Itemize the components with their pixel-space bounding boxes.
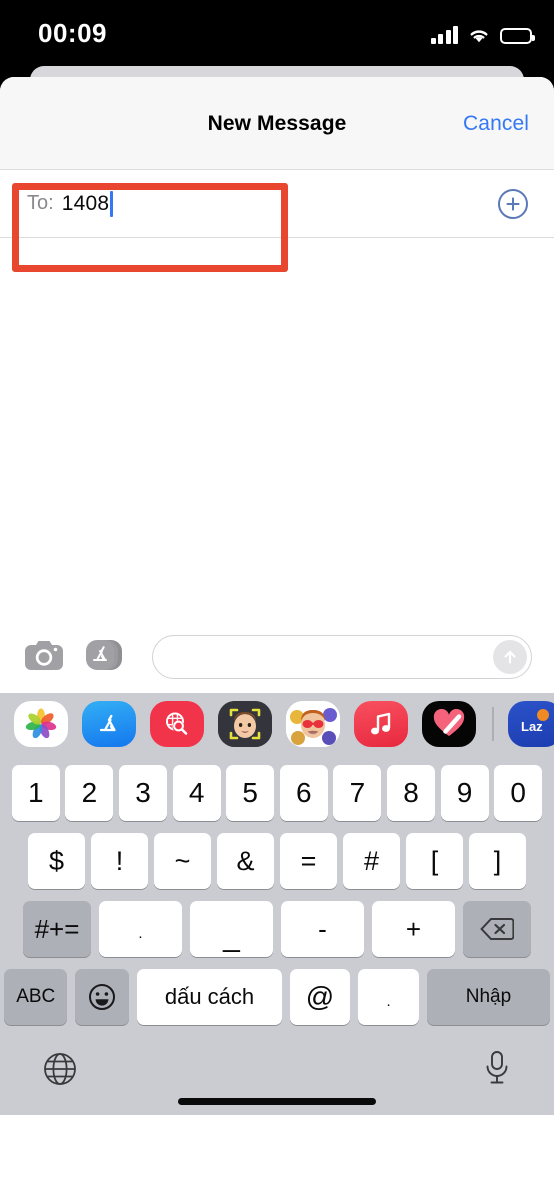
key-1[interactable]: 1	[11, 765, 60, 821]
message-input[interactable]	[152, 635, 532, 679]
key-7[interactable]: 7	[333, 765, 382, 821]
key-dot-label: .	[386, 992, 391, 1010]
key-exclamation[interactable]: !	[91, 833, 148, 889]
text-cursor	[110, 190, 114, 217]
message-input-bar	[0, 621, 554, 693]
key-hash[interactable]: #	[343, 833, 400, 889]
recipient-field[interactable]: To: 1408	[0, 170, 554, 238]
send-arrow-up-icon[interactable]	[493, 640, 527, 674]
music-app-icon[interactable]	[354, 701, 408, 747]
key-at[interactable]: @	[289, 969, 351, 1025]
keyboard-bottom-bar	[0, 1037, 554, 1115]
keyboard-row-bottom: ABC dấu cách @ . Nhập	[0, 969, 554, 1025]
camera-icon[interactable]	[24, 639, 64, 676]
key-dot[interactable]: .	[358, 969, 419, 1025]
key-plus[interactable]: +	[372, 901, 455, 957]
photos-app-icon[interactable]	[14, 701, 68, 747]
microphone-icon[interactable]	[482, 1049, 512, 1092]
key-abc[interactable]: ABC	[4, 969, 68, 1025]
battery-low-icon	[500, 28, 535, 44]
key-enter[interactable]: Nhập	[426, 969, 551, 1025]
app-store-icon[interactable]	[84, 637, 128, 678]
keyboard-row-symbols: $ ! ~ & = # [ ]	[0, 833, 554, 889]
key-period-label: .	[138, 924, 143, 942]
emoji-smiley-icon[interactable]	[75, 969, 130, 1025]
iphone-screen: 00:09 New Message Cancel To: 1408 Laz 1 …	[0, 0, 554, 1200]
key-9[interactable]: 9	[440, 765, 489, 821]
status-bar: 00:09	[0, 0, 554, 62]
key-bracket-left[interactable]: [	[406, 833, 463, 889]
key-ampersand[interactable]: &	[217, 833, 274, 889]
imessage-app-drawer[interactable]: Laz	[0, 693, 554, 755]
wifi-icon	[467, 26, 491, 44]
key-bracket-right[interactable]: ]	[469, 833, 526, 889]
recipient-label: To:	[27, 192, 54, 214]
lazada-app-icon[interactable]: Laz	[508, 701, 554, 747]
key-underscore[interactable]: _	[190, 901, 273, 957]
cancel-button[interactable]: Cancel	[463, 112, 529, 136]
status-bar-indicators	[430, 22, 535, 44]
key-tilde[interactable]: ~	[154, 833, 211, 889]
status-bar-time: 00:09	[38, 18, 107, 48]
key-dollar[interactable]: $	[28, 833, 85, 889]
key-hyphen[interactable]: -	[281, 901, 364, 957]
backspace-icon[interactable]	[463, 901, 531, 957]
conversation-area	[0, 238, 554, 621]
cellular-bars-icon	[430, 26, 458, 44]
key-3[interactable]: 3	[119, 765, 168, 821]
keyboard[interactable]: 1 2 3 4 5 6 7 8 9 0 $ ! ~ & = # [ ] #+= …	[0, 755, 554, 1115]
app-store-app-icon[interactable]	[82, 701, 136, 747]
drawer-divider	[492, 707, 494, 741]
images-search-app-icon[interactable]	[150, 701, 204, 747]
memoji-stickers-app-icon[interactable]	[286, 701, 340, 747]
recipient-input[interactable]: 1408	[62, 192, 110, 216]
keyboard-row-punctuation: #+= . _ - +	[0, 901, 554, 957]
plus-circle-icon[interactable]	[498, 188, 528, 219]
key-period[interactable]: .	[99, 901, 182, 957]
svg-text:Laz: Laz	[521, 719, 543, 734]
memoji-app-icon[interactable]	[218, 701, 272, 747]
new-message-sheet: New Message Cancel To: 1408 Laz 1 2 3 4 …	[0, 77, 554, 1200]
key-space[interactable]: dấu cách	[137, 969, 282, 1025]
key-5[interactable]: 5	[226, 765, 275, 821]
home-indicator	[178, 1098, 376, 1105]
fitness-app-icon[interactable]	[422, 701, 476, 747]
key-6[interactable]: 6	[279, 765, 328, 821]
globe-icon[interactable]	[42, 1051, 78, 1092]
sheet-nav-bar: New Message Cancel	[0, 77, 554, 170]
key-2[interactable]: 2	[65, 765, 114, 821]
key-underscore-label: _	[223, 920, 240, 953]
keyboard-row-numbers: 1 2 3 4 5 6 7 8 9 0	[0, 765, 554, 821]
key-4[interactable]: 4	[172, 765, 221, 821]
key-8[interactable]: 8	[386, 765, 435, 821]
key-0[interactable]: 0	[494, 765, 543, 821]
key-symbols-shift[interactable]: #+=	[23, 901, 91, 957]
key-equals[interactable]: =	[280, 833, 337, 889]
